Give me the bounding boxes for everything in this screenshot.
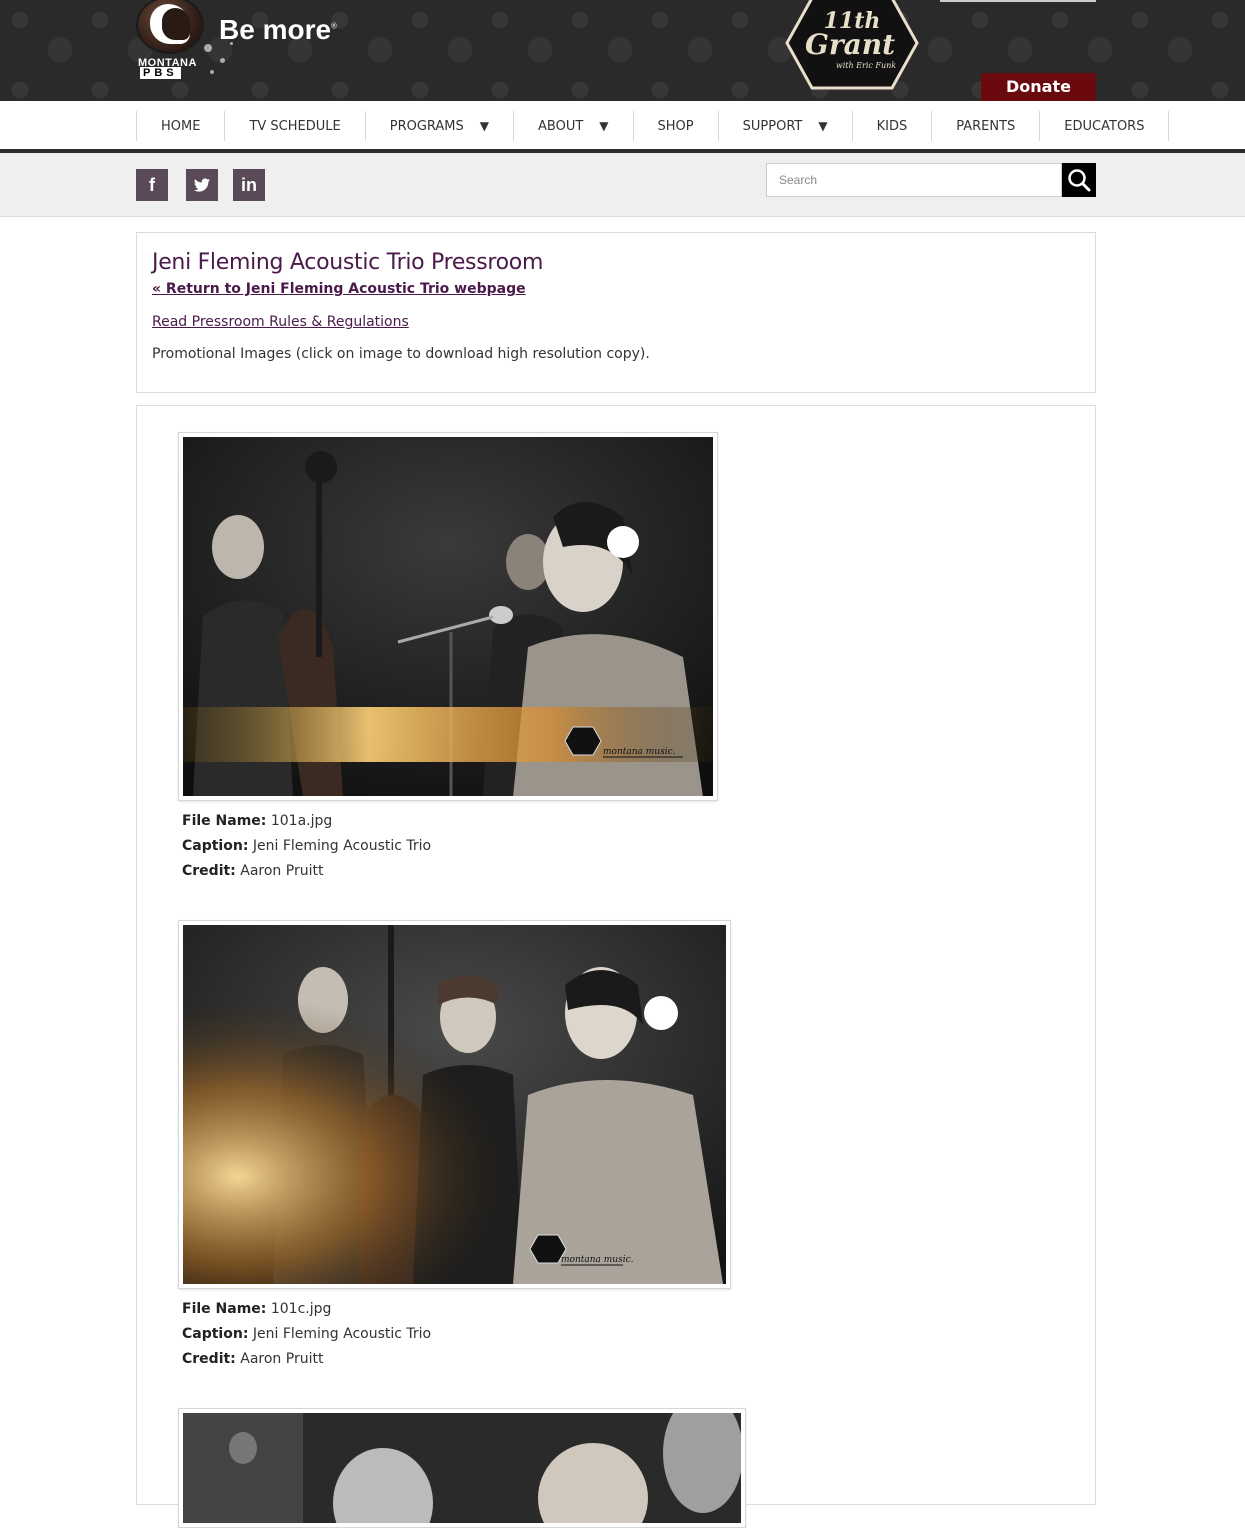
svg-text:with Eric Funk: with Eric Funk: [836, 61, 896, 70]
return-link[interactable]: « Return to Jeni Fleming Acoustic Trio w…: [152, 281, 526, 297]
photo-singer-bassist: montana music.: [183, 437, 713, 796]
nav-item-shop[interactable]: SHOP: [632, 111, 718, 141]
nav-item-tv-schedule[interactable]: TV SCHEDULE: [224, 111, 364, 141]
linkedin-icon[interactable]: in: [233, 169, 265, 201]
credit-value: Aaron Pruitt: [240, 1351, 324, 1367]
nav-item-kids[interactable]: KIDS: [851, 111, 932, 141]
image-2-meta: File Name: 101c.jpg Caption: Jeni Flemin…: [182, 1301, 432, 1367]
file-name-value: 101a.jpg: [270, 813, 333, 829]
rules-link[interactable]: Read Pressroom Rules & Regulations: [152, 314, 409, 330]
nav-item-home[interactable]: HOME: [136, 111, 224, 141]
search-icon: [1068, 169, 1091, 192]
image-1-meta: File Name: 101a.jpg Caption: Jeni Flemin…: [182, 813, 432, 879]
search-input[interactable]: [766, 163, 1062, 197]
nav-item-programs[interactable]: PROGRAMS ▼: [364, 111, 513, 141]
facebook-icon[interactable]: f: [136, 169, 168, 201]
montana-pbs-logo[interactable]: MONTANA PBS: [136, 0, 208, 80]
caption-value: Jeni Fleming Acoustic Trio: [252, 838, 432, 854]
page-title: Jeni Fleming Acoustic Trio Pressroom: [152, 250, 544, 275]
donate-button[interactable]: Donate: [981, 73, 1096, 101]
svg-text:montana music.: montana music.: [603, 747, 676, 757]
eleventh-and-grant-logo[interactable]: 11th Grant with Eric Funk: [782, 0, 922, 98]
main-nav: HOME TV SCHEDULE PROGRAMS ▼ ABOUT ▼ SHOP S…: [0, 101, 1245, 149]
svg-text:Grant: Grant: [805, 28, 895, 61]
pressroom-intro: Jeni Fleming Acoustic Trio Pressroom « R…: [136, 232, 1096, 393]
nav-item-educators[interactable]: EDUCATORS: [1039, 111, 1170, 141]
chevron-down-icon: ▼: [479, 119, 490, 133]
promo-image-3[interactable]: [178, 1408, 746, 1528]
tagline: Be more®: [219, 14, 337, 45]
nav-item-parents[interactable]: PARENTS: [931, 111, 1039, 141]
pbs-head-icon: [136, 0, 204, 54]
promo-image-2[interactable]: montana music.: [178, 920, 731, 1289]
pbs-letters: PBS: [140, 67, 181, 79]
photo-trio-portrait: montana music.: [183, 925, 726, 1284]
social-search-bar: f in: [0, 153, 1245, 217]
header-banner: MONTANA PBS Be more® 11th Grant with Eri…: [0, 0, 1245, 101]
credit-value: Aaron Pruitt: [240, 863, 324, 879]
top-bar-line: [940, 0, 1096, 2]
nav-list: HOME TV SCHEDULE PROGRAMS ▼ ABOUT ▼ SHOP S…: [136, 111, 1170, 141]
svg-text:montana music.: montana music.: [561, 1255, 634, 1265]
nav-item-about[interactable]: ABOUT ▼: [513, 111, 633, 141]
nav-item-support[interactable]: SUPPORT ▼: [717, 111, 852, 141]
photo-third-partial: [183, 1413, 741, 1523]
chevron-down-icon: ▼: [599, 119, 609, 133]
file-name-value: 101c.jpg: [270, 1301, 332, 1317]
search-button[interactable]: [1062, 163, 1096, 197]
image-gallery: montana music. File Name: 101a.jpg Capti…: [136, 405, 1096, 1528]
promo-image-1[interactable]: montana music.: [178, 432, 718, 801]
chevron-down-icon: ▼: [818, 119, 828, 133]
caption-value: Jeni Fleming Acoustic Trio: [252, 1326, 432, 1342]
promo-instructions: Promotional Images (click on image to do…: [152, 346, 650, 362]
twitter-icon[interactable]: [186, 169, 218, 201]
